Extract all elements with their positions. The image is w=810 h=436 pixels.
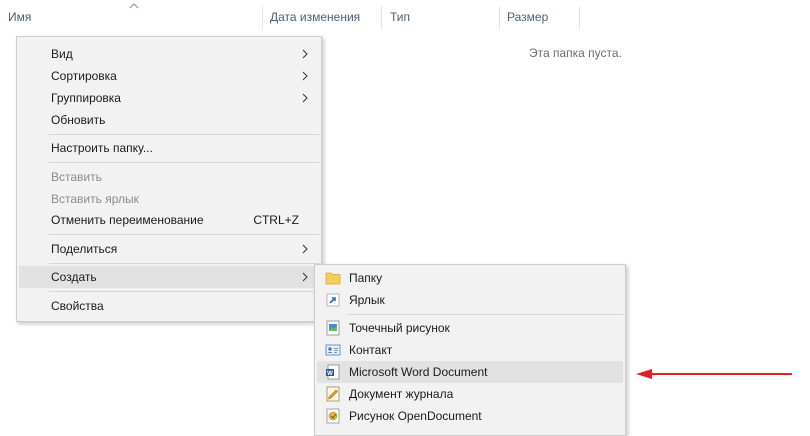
empty-folder-message: Эта папка пуста.	[529, 46, 622, 60]
keyboard-shortcut: CTRL+Z	[253, 213, 299, 227]
context-menu: Вид Сортировка Группировка Обновить Наст…	[16, 36, 322, 322]
menu-item-paste[interactable]: Вставить	[19, 166, 319, 188]
chevron-right-icon	[302, 244, 308, 254]
submenu-item-label: Точечный рисунок	[349, 321, 450, 335]
menu-item-label: Свойства	[51, 299, 104, 313]
menu-item-label: Группировка	[51, 91, 121, 105]
menu-item-label: Вставить	[51, 170, 102, 184]
menu-item-create[interactable]: Создать	[19, 266, 319, 288]
submenu-item-label: Рисунок OpenDocument	[349, 409, 482, 423]
chevron-right-icon	[302, 93, 308, 103]
word-document-icon: W	[326, 364, 340, 380]
submenu-item-label: Документ журнала	[349, 387, 454, 401]
contact-card-icon	[325, 344, 341, 356]
submenu-item-label: Microsoft Word Document	[349, 365, 488, 379]
menu-item-sort[interactable]: Сортировка	[19, 65, 319, 87]
submenu-item-word-document[interactable]: W Microsoft Word Document	[317, 361, 623, 383]
create-submenu: Папку Ярлык Точечный рисунок Контакт W M…	[314, 264, 626, 436]
menu-item-refresh[interactable]: Обновить	[19, 109, 319, 131]
submenu-item-folder[interactable]: Папку	[317, 267, 623, 289]
opendocument-drawing-icon	[326, 408, 340, 424]
column-divider[interactable]	[499, 6, 500, 30]
bitmap-image-icon	[326, 320, 340, 336]
menu-item-properties[interactable]: Свойства	[19, 295, 319, 317]
column-header-size[interactable]: Размер	[507, 0, 577, 34]
menu-item-label: Вставить ярлык	[51, 192, 139, 206]
submenu-item-bitmap[interactable]: Точечный рисунок	[317, 317, 623, 339]
menu-item-customize-folder[interactable]: Настроить папку...	[19, 137, 319, 159]
column-divider[interactable]	[579, 6, 580, 30]
menu-separator	[49, 234, 319, 235]
chevron-right-icon	[302, 49, 308, 59]
menu-separator	[347, 314, 623, 315]
menu-item-label: Отменить переименование	[51, 213, 204, 227]
column-header-date-modified[interactable]: Дата изменения	[270, 0, 380, 34]
shortcut-icon	[326, 293, 340, 307]
submenu-item-label: Папку	[349, 271, 383, 285]
menu-item-label: Поделиться	[51, 242, 118, 256]
menu-item-label: Настроить папку...	[51, 141, 153, 155]
submenu-item-contact[interactable]: Контакт	[317, 339, 623, 361]
column-header-type[interactable]: Тип	[390, 0, 498, 34]
menu-item-label: Вид	[51, 47, 73, 61]
menu-separator	[49, 134, 319, 135]
menu-separator	[49, 291, 319, 292]
annotation-arrow-icon	[636, 369, 792, 379]
menu-item-share[interactable]: Поделиться	[19, 238, 319, 260]
menu-item-view[interactable]: Вид	[19, 43, 319, 65]
chevron-right-icon	[302, 71, 308, 81]
submenu-item-journal-document[interactable]: Документ журнала	[317, 383, 623, 405]
sort-ascending-icon	[129, 3, 139, 9]
menu-item-label: Сортировка	[51, 69, 117, 83]
submenu-item-shortcut[interactable]: Ярлык	[317, 289, 623, 311]
menu-item-undo-rename[interactable]: Отменить переименование CTRL+Z	[19, 209, 319, 231]
chevron-right-icon	[302, 272, 308, 282]
menu-item-label: Создать	[51, 270, 97, 284]
journal-document-icon	[326, 386, 340, 402]
menu-separator	[49, 162, 319, 163]
folder-icon	[325, 272, 341, 285]
submenu-item-label: Контакт	[349, 343, 393, 357]
submenu-item-opendocument-drawing[interactable]: Рисунок OpenDocument	[317, 405, 623, 427]
column-divider[interactable]	[381, 6, 382, 30]
submenu-item-label: Ярлык	[349, 293, 385, 307]
menu-item-paste-shortcut[interactable]: Вставить ярлык	[19, 188, 319, 210]
menu-separator	[49, 263, 319, 264]
menu-item-group[interactable]: Группировка	[19, 87, 319, 109]
menu-item-label: Обновить	[51, 113, 106, 127]
svg-text:W: W	[327, 371, 333, 377]
column-divider[interactable]	[262, 6, 263, 30]
